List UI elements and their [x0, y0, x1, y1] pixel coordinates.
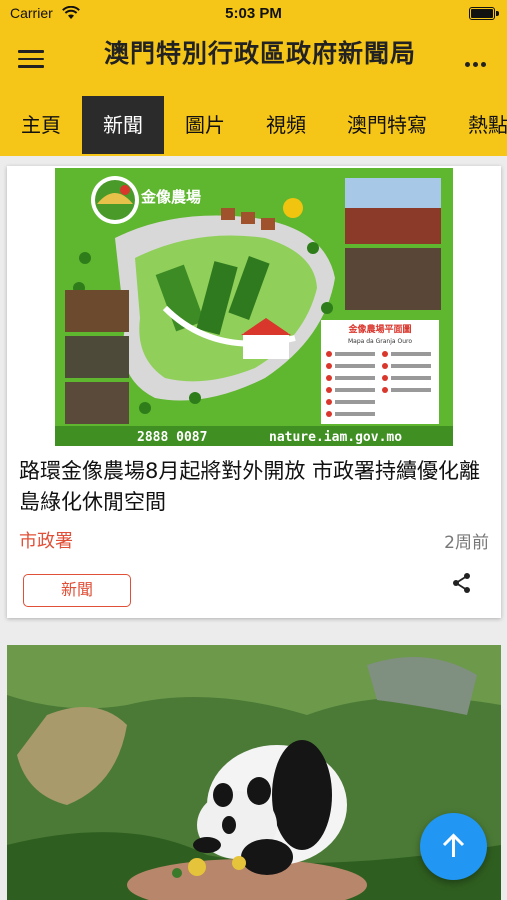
share-icon[interactable] [451, 572, 473, 594]
header: Carrier 5:03 PM 澳門特別行政區政府新聞局 主頁 新聞 圖片 視頻… [0, 0, 507, 156]
map-subtitle: Mapa da Granja Ouro [348, 338, 412, 345]
news-card[interactable]: 金像農場 金像農場平面圖 Mapa da Granja Ouro 2888 00… [7, 166, 501, 618]
app-bar: 澳門特別行政區政府新聞局 [0, 28, 507, 92]
app-title: 澳門特別行政區政府新聞局 [103, 39, 416, 68]
article-headline[interactable]: 路環金像農場8月起將對外開放 市政署持續優化離島綠化休閒空間 [19, 456, 495, 518]
article-source: 市政署 [19, 531, 73, 552]
map-title: 金像農場平面圖 [347, 323, 411, 335]
tab-home[interactable]: 主頁 [0, 96, 82, 154]
article-time: 2周前 [444, 533, 489, 553]
map-website: nature.iam.gov.mo [269, 430, 402, 445]
farm-map-illustration: 金像農場 金像農場平面圖 Mapa da Granja Ouro 2888 00… [55, 168, 453, 446]
arrow-up-icon [442, 833, 465, 857]
more-icon[interactable] [465, 52, 491, 67]
status-time: 5:03 PM [225, 5, 282, 22]
scroll-top-button[interactable] [420, 813, 487, 880]
status-bar: Carrier 5:03 PM [0, 0, 507, 28]
tab-videos[interactable]: 視頻 [246, 96, 326, 154]
menu-icon[interactable] [18, 50, 44, 70]
category-tabs: 主頁 新聞 圖片 視頻 澳門特寫 熱點 [0, 96, 507, 156]
tab-macau-feature[interactable]: 澳門特寫 [332, 96, 442, 154]
tab-news[interactable]: 新聞 [82, 96, 164, 154]
map-phone: 2888 0087 [137, 430, 207, 445]
article-image[interactable]: 金像農場 金像農場平面圖 Mapa da Granja Ouro 2888 00… [55, 168, 453, 446]
battery-icon [469, 7, 499, 20]
tab-photos[interactable]: 圖片 [164, 96, 246, 154]
news-tag-button[interactable]: 新聞 [23, 574, 131, 607]
logo-title: 金像農場 [140, 188, 201, 206]
tab-hot-topics[interactable]: 熱點 [458, 96, 507, 154]
